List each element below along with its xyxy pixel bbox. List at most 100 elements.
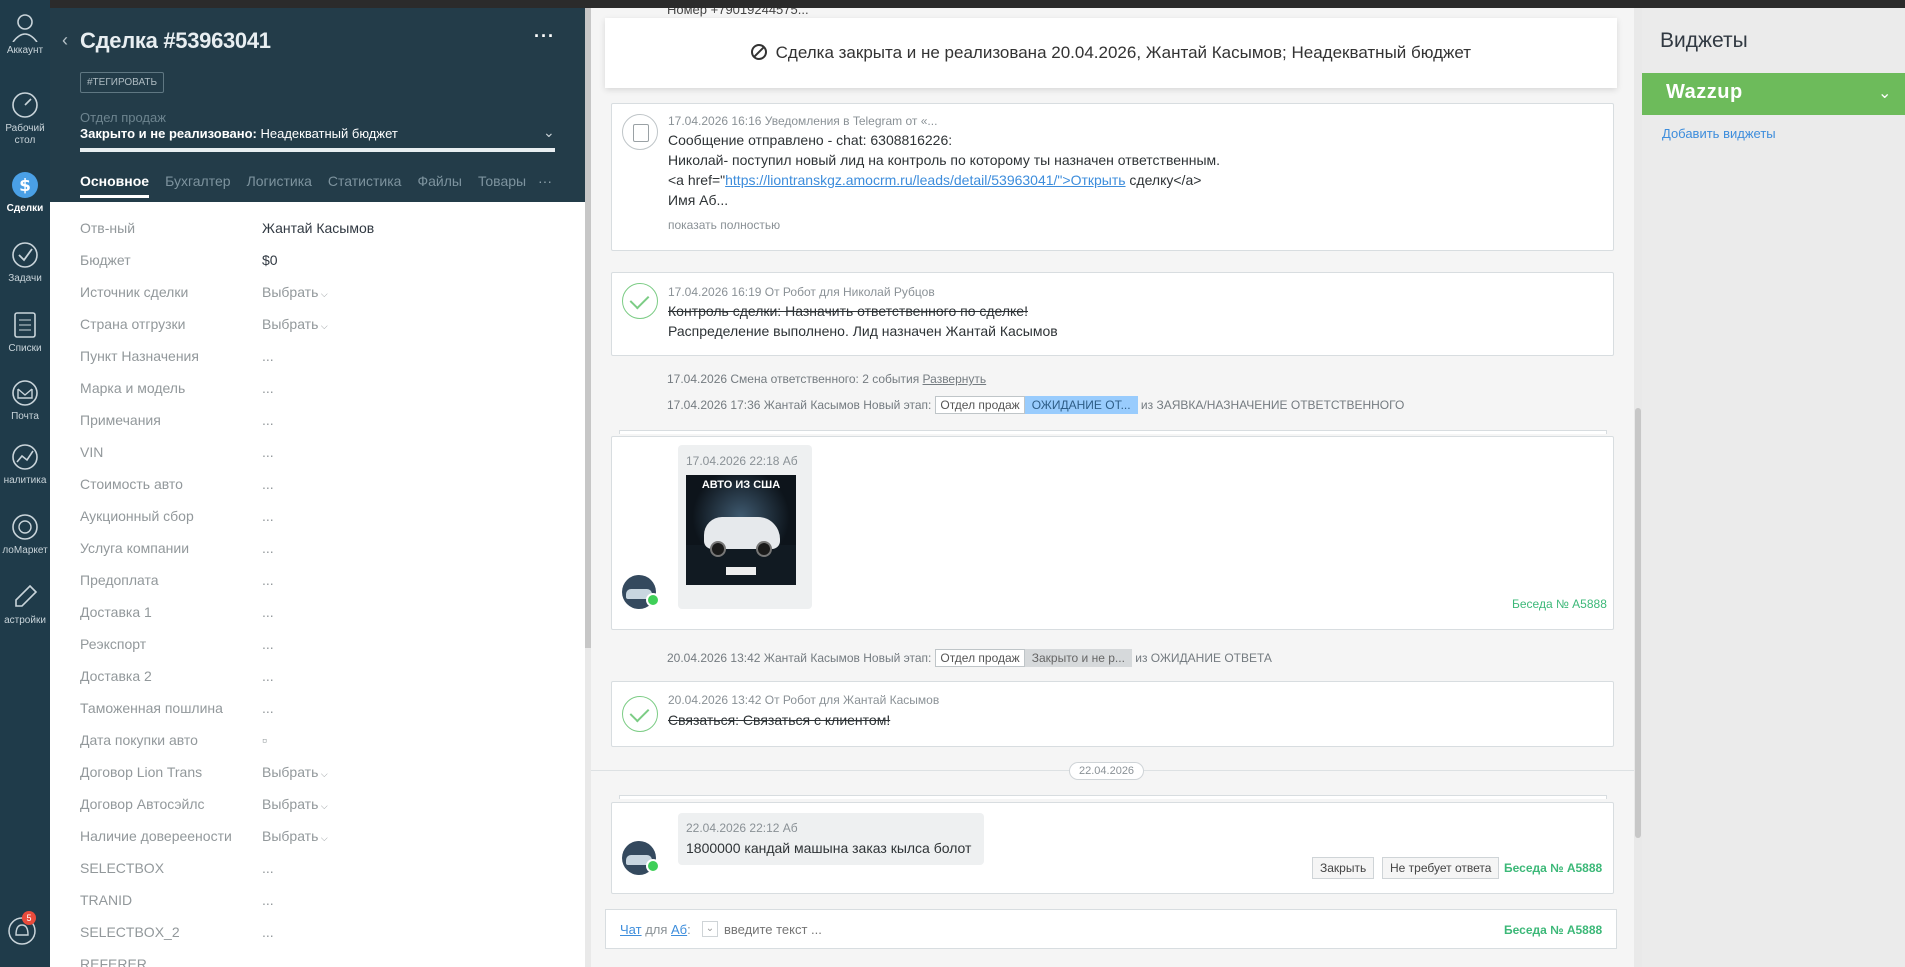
nav-item-account[interactable]: Аккаунт	[0, 12, 50, 57]
deal-header: ‹ Сделка #53963041 ··· #ТЕГИРОВАТЬ Отдел…	[50, 8, 585, 202]
field-value[interactable]: ...	[262, 540, 274, 556]
feed-scrollbar[interactable]	[1634, 8, 1642, 967]
tab-statistics[interactable]: Статистика	[328, 173, 402, 189]
field-label: Услуга компании	[80, 540, 190, 556]
message-text: 1800000 кандай машына заказ кылса болот	[686, 840, 972, 856]
field-label: Примечания	[80, 412, 161, 428]
field-value[interactable]: ...	[262, 636, 274, 652]
field-row: Договор Lion Trans Выбрать	[80, 764, 560, 796]
tab-accounting[interactable]: Бухгалтер	[165, 173, 230, 189]
field-value[interactable]: ...	[262, 348, 274, 364]
tabs-more-icon[interactable]: ···	[538, 173, 552, 189]
field-value[interactable]: ▫	[262, 732, 267, 748]
deal-status[interactable]: Закрыто и не реализовано: Неадекватный б…	[80, 126, 398, 141]
wazzup-widget[interactable]: Wazzup ⌄	[1642, 73, 1905, 115]
tab-products[interactable]: Товары	[478, 173, 526, 189]
field-value[interactable]: Выбрать	[262, 828, 328, 844]
note-text: <a href="	[668, 172, 726, 188]
field-value[interactable]: ...	[262, 924, 274, 940]
field-value[interactable]: ...	[262, 860, 274, 876]
field-value[interactable]: ...	[262, 956, 274, 967]
expand-link[interactable]: Развернуть	[923, 372, 987, 386]
field-label: VIN	[80, 444, 104, 460]
nav-label: Почта	[11, 411, 39, 422]
check-icon	[622, 696, 658, 732]
field-row: Аукционный сбор...	[80, 508, 560, 540]
nav-item-analytics[interactable]: налитика	[0, 442, 50, 487]
field-label: SELECTBOX	[80, 860, 165, 876]
field-value[interactable]: Выбрать	[262, 284, 328, 300]
field-value[interactable]: ...	[262, 892, 274, 908]
tab-main[interactable]: Основное	[80, 173, 150, 198]
field-value[interactable]: Выбрать	[262, 764, 328, 780]
note-line: Сообщение отправлено - chat: 6308816226:	[668, 132, 953, 148]
nav-item-tasks[interactable]: Задачи	[0, 240, 50, 285]
field-label: Предоплата	[80, 572, 159, 588]
conversation-link[interactable]: Беседа № A5888	[1504, 923, 1602, 937]
field-value[interactable]: ...	[262, 700, 274, 716]
robot-task-card: 20.04.2026 13:42 От Робот для Жантай Кас…	[611, 681, 1614, 747]
field-value[interactable]: Выбрать	[262, 796, 328, 812]
show-more-link[interactable]: показать полностью	[668, 218, 780, 232]
back-arrow-icon[interactable]: ‹	[62, 30, 68, 51]
widgets-panel: Виджеты Wazzup ⌄ Добавить виджеты	[1642, 8, 1905, 967]
nav-item-mail[interactable]: Почта	[0, 378, 50, 423]
mail-icon	[12, 380, 38, 406]
field-row: Дата покупки авто ▫	[80, 732, 560, 764]
chat-type-link[interactable]: Чат	[620, 922, 642, 937]
tag-button[interactable]: #ТЕГИРОВАТЬ	[80, 72, 165, 93]
field-value[interactable]: ...	[262, 380, 274, 396]
field-value[interactable]: ...	[262, 476, 274, 492]
whatsapp-icon	[646, 593, 660, 607]
timeline-feed: Номер +79019244575... Сделка закрыта и н…	[591, 8, 1638, 967]
deal-link[interactable]: https://liontranskgz.amocrm.ru/leads/det…	[725, 172, 1125, 188]
field-value[interactable]: Жантай Касымов	[262, 220, 374, 236]
feed-scrollbar-thumb[interactable]	[1635, 408, 1641, 838]
recipient-link[interactable]: Аб	[671, 922, 687, 937]
field-value[interactable]: ...	[262, 508, 274, 524]
field-value[interactable]: ...	[262, 572, 274, 588]
car-image[interactable]: АВТО ИЗ США	[686, 475, 796, 585]
note-line: Имя Аб...	[668, 192, 729, 208]
field-value[interactable]: ...	[262, 604, 274, 620]
note-line: Николай- поступил новый лид на контроль …	[668, 152, 1221, 168]
message-input[interactable]	[724, 919, 1324, 939]
conversation-link[interactable]: Беседа № A5888	[1512, 597, 1607, 611]
field-value[interactable]: Выбрать	[262, 316, 328, 332]
whatsapp-icon	[646, 859, 660, 873]
field-label: Дата покупки авто	[80, 732, 198, 748]
nav-item-market[interactable]: лоМаркет	[0, 512, 50, 557]
chevron-down-icon[interactable]: ⌄	[1878, 83, 1891, 103]
recipient-chevron-down-icon[interactable]: ⌄	[702, 921, 718, 937]
field-value[interactable]: ...	[262, 444, 274, 460]
no-reply-needed-button[interactable]: Не требует ответа	[1382, 857, 1500, 879]
field-label: Пункт Назначения	[80, 348, 199, 364]
status-prefix: Закрыто и не реализовано:	[80, 126, 257, 141]
nav-item-dashboard[interactable]: Рабочий стол	[0, 90, 50, 147]
status-chevron-down-icon[interactable]: ⌄	[543, 124, 555, 141]
tab-logistics[interactable]: Логистика	[247, 173, 312, 189]
notifications-badge: 5	[22, 911, 36, 925]
field-label: Страна отгрузки	[80, 316, 186, 332]
tab-files[interactable]: Файлы	[417, 173, 461, 189]
message-composer: Чат для Аб: ⌄ Беседа № A5888	[605, 909, 1617, 949]
conversation-link[interactable]: Беседа № A5888	[1504, 861, 1602, 875]
field-row: Предоплата...	[80, 572, 560, 604]
field-row: VIN...	[80, 444, 560, 476]
note-text: сделку</a>	[1125, 172, 1202, 188]
image-caption: АВТО ИЗ США	[701, 479, 781, 491]
field-value[interactable]: ...	[262, 668, 274, 684]
field-value[interactable]: $0	[262, 252, 278, 268]
field-label: Договор Автосэйлс	[80, 796, 205, 812]
deal-title[interactable]: Сделка #53963041	[80, 28, 271, 54]
deal-more-menu-icon[interactable]: ···	[534, 26, 555, 47]
close-conversation-button[interactable]: Закрыть	[1312, 857, 1375, 879]
stage-change-event: 17.04.2026 17:36 Жантай Касымов Новый эт…	[667, 396, 1404, 414]
window-top-strip	[0, 0, 1905, 8]
nav-item-deals[interactable]: $ Сделки	[0, 170, 50, 215]
field-value[interactable]: ...	[262, 412, 274, 428]
nav-item-lists[interactable]: Списки	[0, 310, 50, 355]
add-widgets-link[interactable]: Добавить виджеты	[1662, 126, 1776, 141]
settings-icon	[15, 584, 38, 607]
nav-item-settings[interactable]: астройки	[0, 582, 50, 627]
